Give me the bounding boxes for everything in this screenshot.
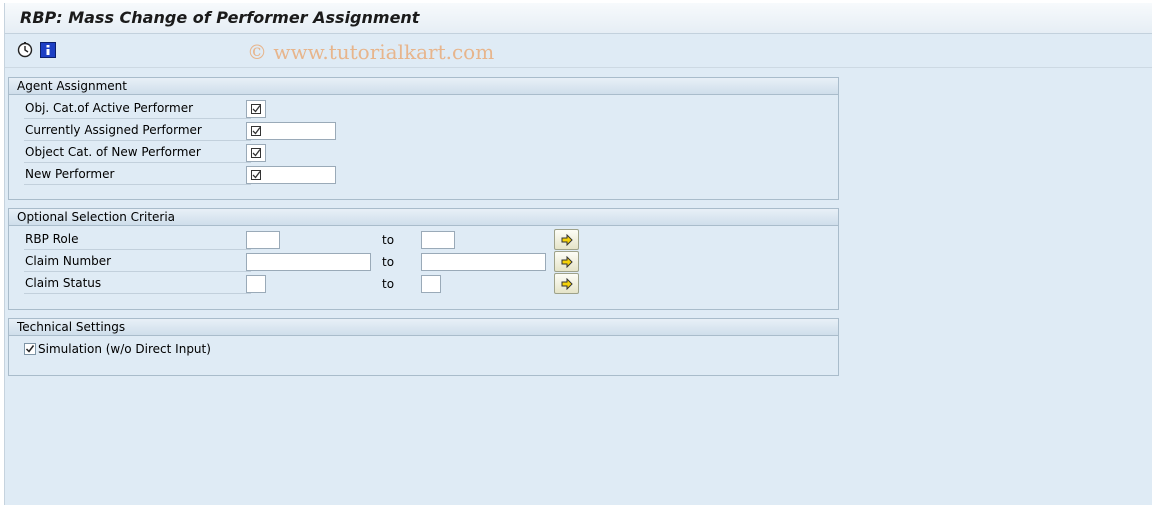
rbp-role-multiple-selection-button[interactable]	[554, 229, 579, 250]
claim-status-multiple-selection-button[interactable]	[554, 273, 579, 294]
checkmark-icon	[25, 345, 35, 353]
rbp-role-to-field[interactable]	[421, 231, 455, 249]
optional-selection-group: Optional Selection Criteria RBP Role to …	[8, 208, 839, 310]
arrow-right-icon	[561, 278, 573, 290]
claim-number-from-field[interactable]	[246, 253, 371, 271]
claim-status-from-field[interactable]	[246, 275, 266, 293]
watermark: © www.tutorialkart.com	[247, 40, 495, 64]
required-entry-icon	[251, 126, 261, 136]
simulation-row: Simulation (w/o Direct Input)	[9, 336, 838, 376]
technical-settings-header: Technical Settings	[9, 319, 838, 336]
arrow-right-icon	[561, 256, 573, 268]
technical-settings-group: Technical Settings Simulation (w/o Direc…	[8, 318, 839, 376]
info-icon[interactable]	[40, 42, 56, 58]
required-entry-icon	[251, 148, 261, 158]
required-entry-icon	[251, 104, 261, 114]
simulation-checkbox[interactable]	[24, 343, 36, 355]
execute-clock-icon[interactable]	[17, 42, 33, 58]
new-performer-field[interactable]	[246, 166, 336, 184]
rbp-role-to-label: to	[382, 233, 395, 247]
required-entry-icon	[251, 170, 261, 180]
new-performer-label: New Performer	[24, 166, 251, 185]
claim-number-to-field[interactable]	[421, 253, 546, 271]
application-toolbar: © www.tutorialkart.com	[5, 34, 1152, 68]
current-performer-label: Currently Assigned Performer	[24, 122, 251, 141]
current-performer-field[interactable]	[246, 122, 336, 140]
active-performer-category-field[interactable]	[246, 100, 266, 118]
simulation-label: Simulation (w/o Direct Input)	[38, 342, 211, 356]
claim-number-label: Claim Number	[24, 253, 251, 272]
page-title: RBP: Mass Change of Performer Assignment	[20, 8, 420, 27]
active-performer-category-label: Obj. Cat.of Active Performer	[24, 100, 251, 119]
rbp-role-label: RBP Role	[24, 231, 251, 250]
claim-status-label: Claim Status	[24, 275, 251, 294]
sap-screen: RBP: Mass Change of Performer Assignment…	[4, 3, 1152, 505]
claim-status-to-field[interactable]	[421, 275, 441, 293]
new-performer-category-label: Object Cat. of New Performer	[24, 144, 251, 163]
agent-assignment-group: Agent Assignment Obj. Cat.of Active Perf…	[8, 77, 839, 200]
claim-number-to-label: to	[382, 255, 395, 269]
rbp-role-row: RBP Role to	[24, 229, 584, 251]
arrow-right-icon	[561, 234, 573, 246]
claim-status-to-label: to	[382, 277, 395, 291]
claim-number-row: Claim Number to	[24, 251, 584, 273]
agent-assignment-header: Agent Assignment	[9, 78, 838, 95]
claim-number-multiple-selection-button[interactable]	[554, 251, 579, 272]
optional-selection-header: Optional Selection Criteria	[9, 209, 838, 226]
rbp-role-from-field[interactable]	[246, 231, 280, 249]
title-bar: RBP: Mass Change of Performer Assignment	[5, 3, 1152, 34]
claim-status-row: Claim Status to	[24, 273, 584, 295]
new-performer-category-field[interactable]	[246, 144, 266, 162]
